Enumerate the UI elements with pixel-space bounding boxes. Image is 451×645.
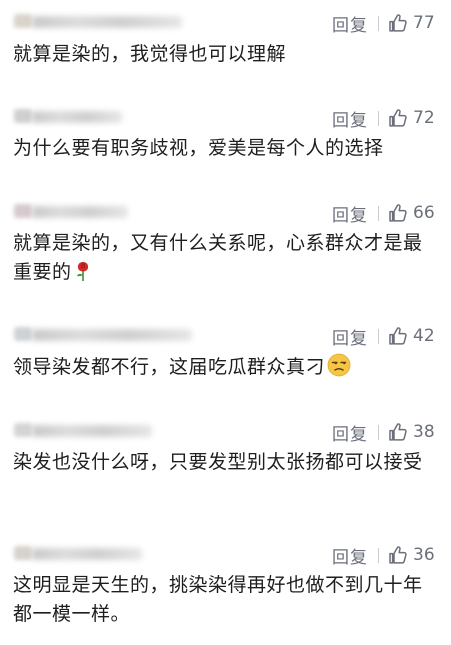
rose-icon <box>76 262 88 281</box>
avatar[interactable] <box>14 327 32 341</box>
comment-author[interactable] <box>10 202 210 222</box>
avatar[interactable] <box>14 14 32 28</box>
thumbs-up-icon <box>389 14 407 32</box>
thumbs-up-icon <box>389 327 407 345</box>
comment-author[interactable] <box>10 325 210 345</box>
reply-button[interactable]: 回复 <box>332 324 368 349</box>
reply-button[interactable]: 回复 <box>332 420 368 445</box>
comment-text: 就算是染的，又有什么关系呢，心系群众才是最重要的 <box>13 232 423 283</box>
comment-text: 染发也没什么呀，只要发型别太张扬都可以接受 <box>13 451 423 473</box>
unamused-face-icon <box>327 353 351 377</box>
action-divider <box>378 110 379 126</box>
author-name-blurred <box>32 548 142 560</box>
like-count: 66 <box>413 203 435 223</box>
thumbs-up-icon <box>389 109 407 127</box>
comment-actions: 回复 38 <box>332 420 435 445</box>
action-divider <box>378 547 379 563</box>
comment-author[interactable] <box>10 12 210 32</box>
like-count: 77 <box>413 13 435 33</box>
action-divider <box>378 205 379 221</box>
comment-text: 领导染发都不行，这届吃瓜群众真刁 <box>13 353 431 382</box>
like-count: 38 <box>413 422 435 442</box>
comment-author[interactable] <box>10 421 210 441</box>
action-divider <box>378 15 379 31</box>
like-button[interactable]: 72 <box>388 108 435 128</box>
like-count: 36 <box>413 545 435 565</box>
thumbs-up-icon <box>389 546 407 564</box>
author-name-blurred <box>32 425 152 437</box>
like-button[interactable]: 66 <box>388 203 435 223</box>
reply-button[interactable]: 回复 <box>332 201 368 226</box>
author-name-blurred <box>32 329 192 341</box>
avatar[interactable] <box>14 423 32 437</box>
comment-actions: 回复 36 <box>332 543 435 568</box>
like-count: 72 <box>413 108 435 128</box>
reply-button[interactable]: 回复 <box>332 543 368 568</box>
comment-actions: 回复 72 <box>332 106 435 131</box>
like-count: 42 <box>413 326 435 346</box>
thumbs-up-icon <box>389 204 407 222</box>
action-divider <box>378 328 379 344</box>
comment-author[interactable] <box>10 107 210 127</box>
comment-author[interactable] <box>10 544 210 564</box>
like-button[interactable]: 77 <box>388 13 435 33</box>
comment-actions: 回复 42 <box>332 324 435 349</box>
reply-button[interactable]: 回复 <box>332 106 368 131</box>
thumbs-up-icon <box>389 423 407 441</box>
reply-button[interactable]: 回复 <box>332 11 368 36</box>
author-name-blurred <box>32 16 182 28</box>
like-button[interactable]: 42 <box>388 326 435 346</box>
comment-text: 为什么要有职务歧视，爱美是每个人的选择 <box>13 137 384 159</box>
avatar[interactable] <box>14 546 32 560</box>
action-divider <box>378 424 379 440</box>
like-button[interactable]: 36 <box>388 545 435 565</box>
avatar[interactable] <box>14 109 32 123</box>
author-name-blurred <box>32 206 128 218</box>
avatar[interactable] <box>14 204 32 218</box>
comment-actions: 回复 77 <box>332 11 435 36</box>
comment-actions: 回复 66 <box>332 201 435 226</box>
comment-text: 这明显是天生的，挑染染得再好也做不到几十年都一模一样。 <box>13 574 423 625</box>
comment-text: 就算是染的，我觉得也可以理解 <box>13 43 287 65</box>
author-name-blurred <box>32 111 122 123</box>
like-button[interactable]: 38 <box>388 422 435 442</box>
